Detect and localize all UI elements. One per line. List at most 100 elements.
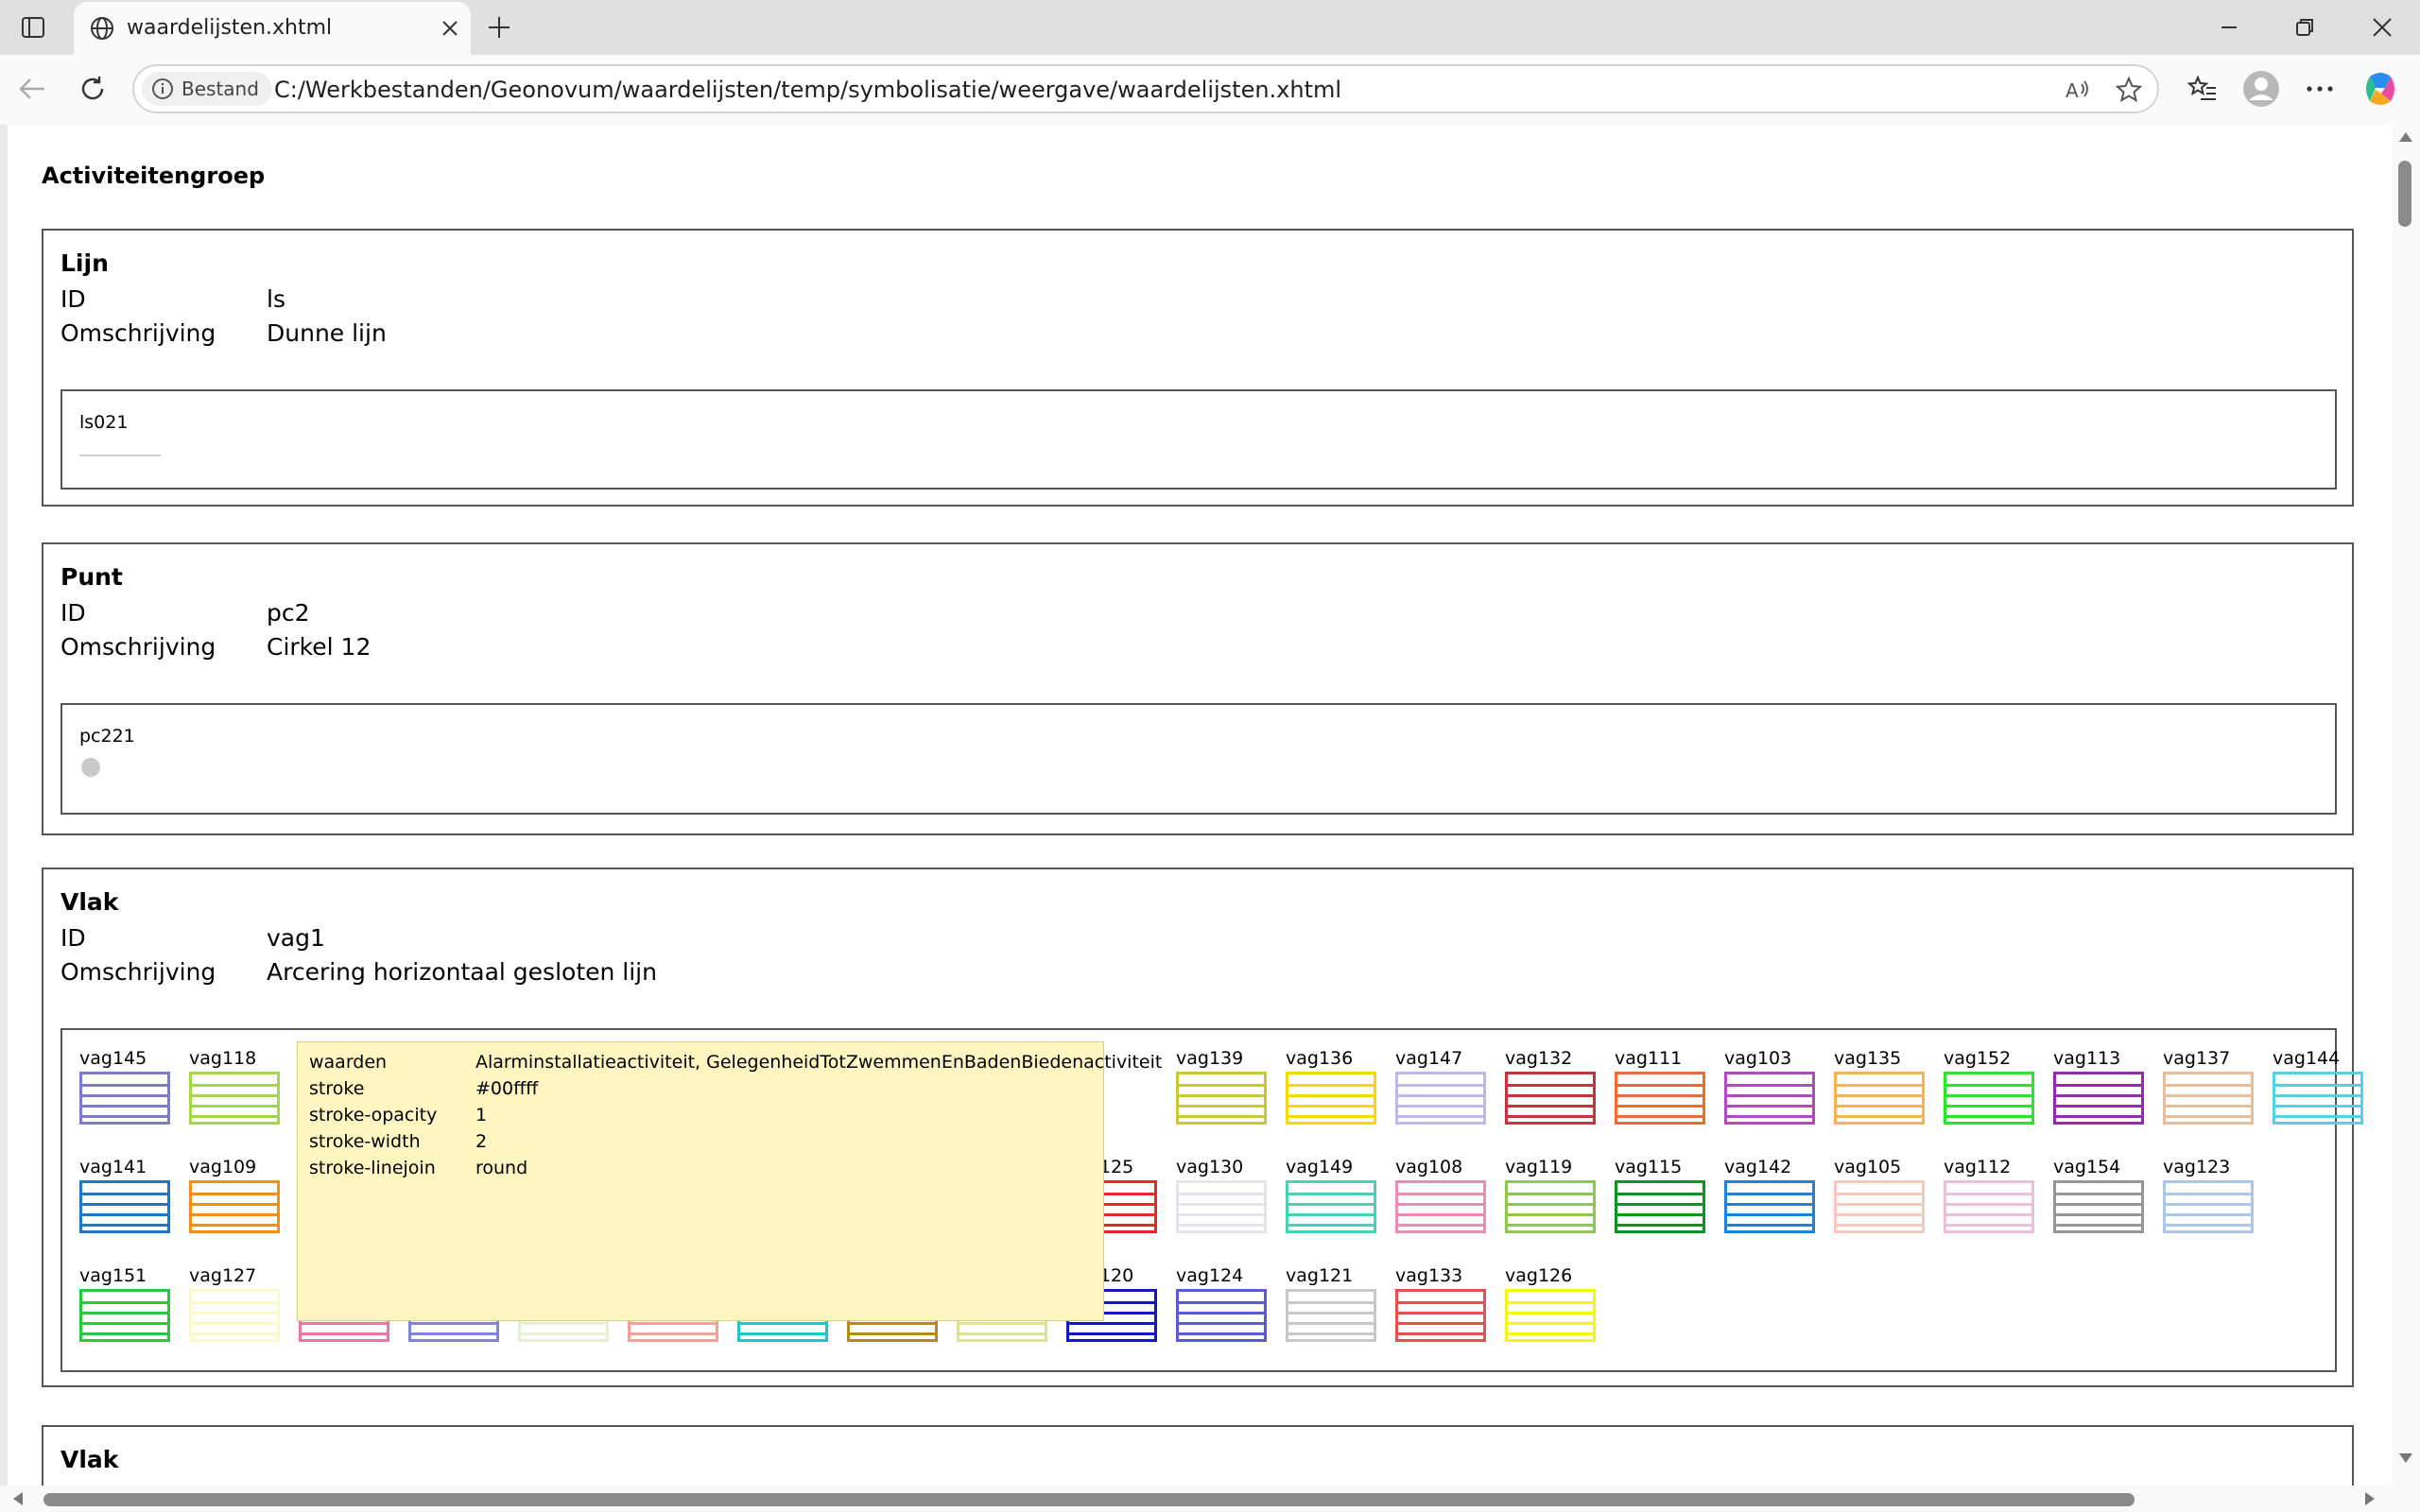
symbol-swatch-item[interactable]: vag147 (1395, 1045, 1505, 1125)
hatch-swatch[interactable] (1724, 1072, 1815, 1125)
hatch-swatch[interactable] (2163, 1072, 2254, 1125)
tooltip-row: stroke-width 2 (309, 1131, 1094, 1158)
symbol-swatch-item[interactable]: vag152 (1944, 1045, 2053, 1125)
symbol-swatch-item[interactable]: vag130 (1176, 1154, 1286, 1233)
read-aloud-icon[interactable]: A (2059, 72, 2097, 108)
hatch-swatch[interactable] (189, 1289, 280, 1342)
tooltip-key: waarden (309, 1052, 388, 1073)
horizontal-scrollbar[interactable] (0, 1486, 2420, 1512)
hatch-swatch[interactable] (1395, 1072, 1486, 1125)
favorites-icon[interactable] (2180, 68, 2225, 110)
hatch-swatch[interactable] (2053, 1180, 2144, 1233)
new-tab-icon[interactable] (480, 9, 518, 45)
vertical-scroll-thumb[interactable] (2398, 161, 2411, 227)
hatch-swatch[interactable] (1505, 1072, 1596, 1125)
profile-avatar-icon[interactable] (2238, 68, 2284, 110)
swatch-code: vag152 (1944, 1048, 2012, 1069)
symbol-swatch-item[interactable]: vag151 (79, 1263, 189, 1342)
scroll-up-arrow-icon[interactable] (2399, 132, 2412, 142)
symbol-swatch-item[interactable]: vag142 (1724, 1154, 1834, 1233)
hatch-swatch[interactable] (1615, 1072, 1705, 1125)
swatch-code: vag151 (79, 1265, 147, 1286)
scroll-down-arrow-icon[interactable] (2399, 1453, 2412, 1463)
symbol-swatch-item[interactable]: vag118 (189, 1045, 299, 1125)
hatch-swatch[interactable] (2163, 1180, 2254, 1233)
site-info-button[interactable]: Bestand (142, 72, 272, 106)
hatch-swatch[interactable] (1944, 1072, 2034, 1125)
symbol-swatch-item[interactable]: vag126 (1505, 1263, 1615, 1342)
hatch-swatch[interactable] (2273, 1072, 2363, 1125)
hatch-swatch[interactable] (1615, 1180, 1705, 1233)
symbol-swatch-item[interactable]: vag115 (1615, 1154, 1724, 1233)
hatch-swatch[interactable] (1505, 1289, 1596, 1342)
symbol-swatch-item[interactable]: vag113 (2053, 1045, 2163, 1125)
hatch-swatch[interactable] (1834, 1072, 1925, 1125)
symbol-swatch-item[interactable]: vag135 (1834, 1045, 1944, 1125)
symbol-swatch-item[interactable]: vag127 (189, 1263, 299, 1342)
scroll-left-arrow-icon[interactable] (13, 1492, 23, 1505)
hatch-swatch[interactable] (79, 1180, 170, 1233)
minimize-icon[interactable] (2201, 8, 2257, 47)
close-window-icon[interactable] (2354, 8, 2411, 47)
swatch-code: vag133 (1395, 1265, 1463, 1286)
tooltip-key: stroke (309, 1078, 365, 1099)
symbol-swatch-item[interactable]: vag145 (79, 1045, 189, 1125)
hatch-swatch[interactable] (1286, 1180, 1376, 1233)
symbol-swatch-item[interactable]: vag121 (1286, 1263, 1395, 1342)
favorite-star-icon[interactable] (2110, 72, 2148, 108)
vertical-scrollbar[interactable] (2392, 125, 2420, 1486)
symbol-swatch-item[interactable]: vag123 (2163, 1154, 2273, 1233)
copilot-icon[interactable] (2358, 68, 2403, 110)
close-tab-icon[interactable] (429, 9, 471, 47)
swatch-code: vag130 (1176, 1157, 1244, 1177)
hatch-swatch[interactable] (1724, 1180, 1815, 1233)
symbol-swatch-item[interactable]: vag136 (1286, 1045, 1395, 1125)
symbol-swatch-item[interactable]: vag111 (1615, 1045, 1724, 1125)
symbol-swatch-item[interactable]: vag105 (1834, 1154, 1944, 1233)
hatch-swatch[interactable] (1286, 1072, 1376, 1125)
hatch-swatch[interactable] (1286, 1289, 1376, 1342)
back-icon[interactable] (9, 68, 55, 110)
symbol-swatch-item[interactable]: vag108 (1395, 1154, 1505, 1233)
address-bar[interactable]: Bestand C:/Werkbestanden/Geonovum/waarde… (132, 64, 2159, 113)
symbol-swatch-item[interactable]: vag144 (2273, 1045, 2382, 1125)
refresh-icon[interactable] (70, 68, 115, 110)
id-label: ID (60, 599, 86, 627)
symbol-swatch-item[interactable]: vag103 (1724, 1045, 1834, 1125)
hatch-swatch[interactable] (1395, 1289, 1486, 1342)
restore-icon[interactable] (2276, 8, 2333, 47)
hatch-swatch[interactable] (1176, 1289, 1267, 1342)
symbol-swatch-item[interactable]: vag112 (1944, 1154, 2053, 1233)
hatch-swatch[interactable] (1176, 1072, 1267, 1125)
symbol-swatch-item[interactable]: vag119 (1505, 1154, 1615, 1233)
symbol-swatch-item[interactable]: vag139 (1176, 1045, 1286, 1125)
active-tab[interactable]: waardelijsten.xhtml (74, 2, 471, 55)
symbol-swatch-item[interactable]: vag132 (1505, 1045, 1615, 1125)
hatch-swatch[interactable] (1834, 1180, 1925, 1233)
description-value: Cirkel 12 (267, 633, 372, 661)
symbol-swatch-item[interactable]: vag109 (189, 1154, 299, 1233)
symbol-swatch-item[interactable]: vag154 (2053, 1154, 2163, 1233)
symbol-swatch-item[interactable]: vag137 (2163, 1045, 2273, 1125)
hatch-swatch[interactable] (1944, 1180, 2034, 1233)
browser-toolbar: Bestand C:/Werkbestanden/Geonovum/waarde… (0, 55, 2420, 125)
tab-actions-button[interactable] (13, 12, 53, 43)
hatch-swatch[interactable] (79, 1072, 170, 1125)
hatch-swatch[interactable] (1505, 1180, 1596, 1233)
hatch-swatch[interactable] (1176, 1180, 1267, 1233)
hatch-swatch[interactable] (2053, 1072, 2144, 1125)
scroll-right-arrow-icon[interactable] (2365, 1492, 2375, 1505)
horizontal-scroll-thumb[interactable] (43, 1493, 2135, 1506)
symbol-swatch-item[interactable]: vag124 (1176, 1263, 1286, 1342)
hatch-swatch[interactable] (189, 1180, 280, 1233)
symbol-swatch-item[interactable]: vag149 (1286, 1154, 1395, 1233)
symbol-swatch-item[interactable]: vag133 (1395, 1263, 1505, 1342)
hatch-swatch[interactable] (189, 1072, 280, 1125)
swatch-code: vag127 (189, 1265, 257, 1286)
tooltip-row: stroke #00ffff (309, 1078, 1094, 1105)
swatch-code: vag135 (1834, 1048, 1902, 1069)
hatch-swatch[interactable] (1395, 1180, 1486, 1233)
hatch-swatch[interactable] (79, 1289, 170, 1342)
more-menu-icon[interactable] (2297, 68, 2342, 110)
symbol-swatch-item[interactable]: vag141 (79, 1154, 189, 1233)
